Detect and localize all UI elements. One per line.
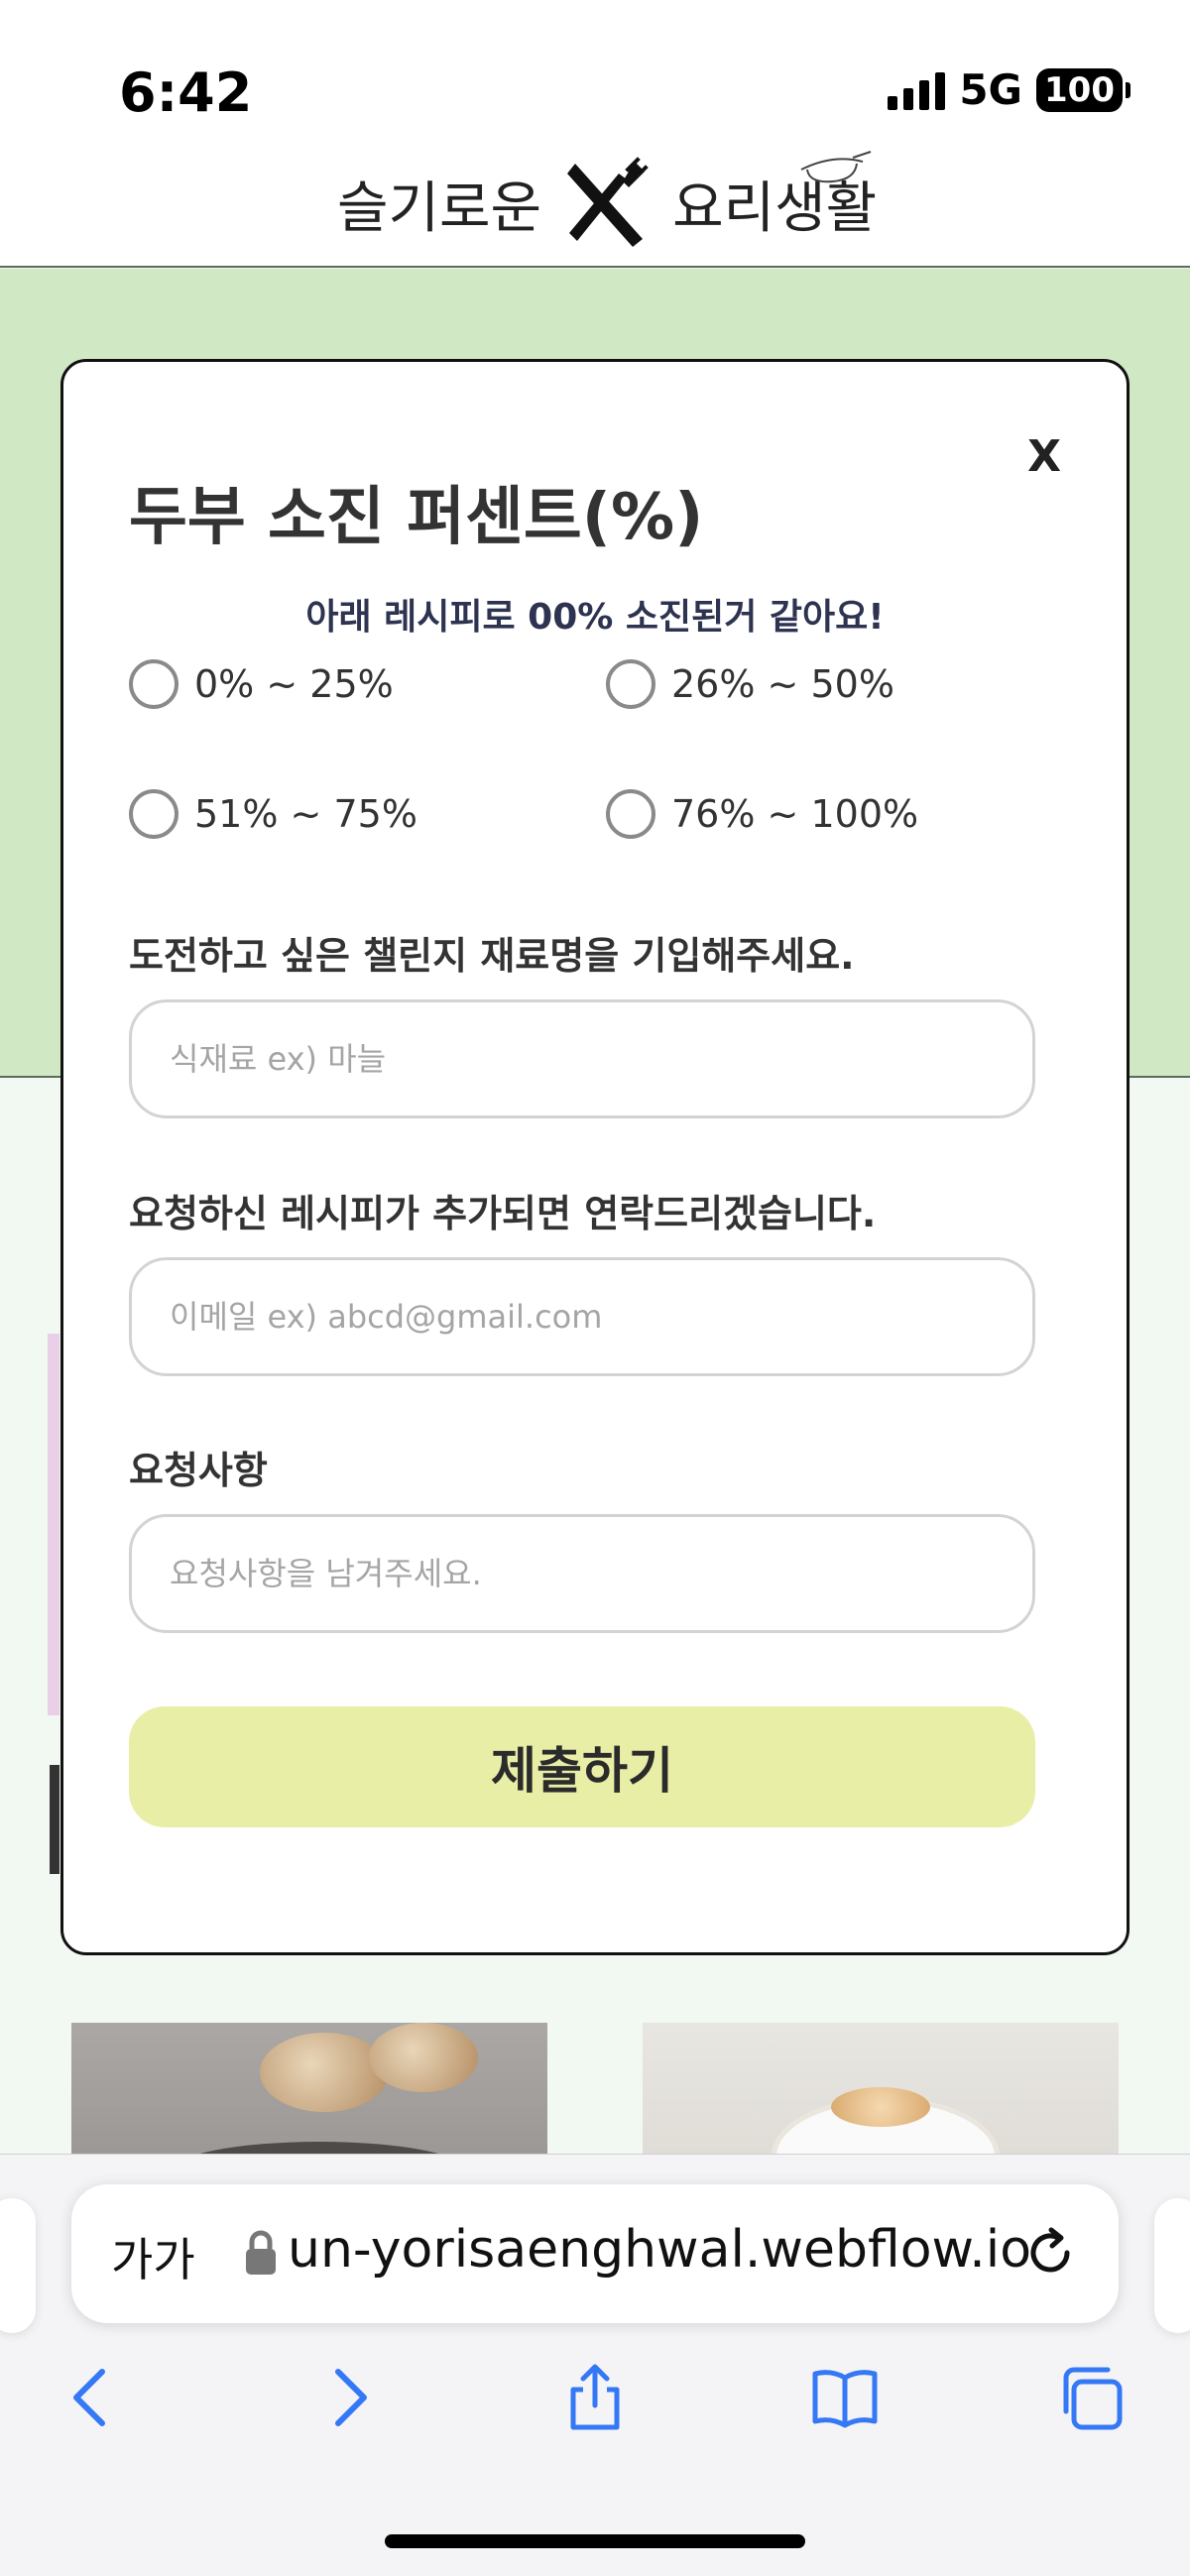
radio-option-26-50[interactable]: 26% ~ 50% (606, 659, 894, 709)
radio-option-0-25[interactable]: 0% ~ 25% (129, 659, 394, 709)
previous-tab-edge[interactable] (0, 2198, 36, 2333)
network-type: 5G (959, 65, 1023, 114)
background-text-fragment (50, 1765, 60, 1874)
submit-button[interactable]: 제출하기 (129, 1706, 1035, 1827)
tabs-button[interactable] (1047, 2353, 1136, 2442)
email-label: 요청하신 레시피가 추가되면 연락드리겠습니다. (129, 1192, 877, 1235)
battery-level: 100 (1036, 67, 1123, 112)
site-header: 슬기로운 요리생활 (0, 144, 1190, 268)
background-card-edge (48, 1334, 60, 1715)
radio-option-51-75[interactable]: 51% ~ 75% (129, 789, 417, 839)
radio-button[interactable] (606, 789, 655, 839)
radio-label: 0% ~ 25% (194, 662, 394, 706)
home-indicator[interactable] (385, 2534, 805, 2548)
knife-fork-icon (567, 157, 649, 247)
browser-toolbar (0, 2353, 1190, 2442)
tabs-icon (1063, 2367, 1123, 2430)
ingredient-input[interactable] (129, 999, 1035, 1118)
browser-bottom-bar: 가가 un-yorisaenghwal.webflow.io (0, 2154, 1190, 2576)
logo-text-left: 슬기로운 (337, 176, 542, 241)
radio-label: 76% ~ 100% (671, 792, 919, 836)
reload-icon[interactable] (1021, 2224, 1079, 2282)
back-icon (73, 2369, 105, 2426)
radio-button[interactable] (129, 789, 178, 839)
radio-button[interactable] (606, 659, 655, 709)
bookmarks-button[interactable] (800, 2353, 890, 2442)
forward-icon (335, 2369, 367, 2426)
radio-option-76-100[interactable]: 76% ~ 100% (606, 789, 918, 839)
next-tab-edge[interactable] (1154, 2198, 1190, 2333)
status-time: 6:42 (119, 61, 253, 124)
back-button[interactable] (48, 2353, 137, 2442)
request-label: 요청사항 (129, 1449, 268, 1492)
radio-label: 26% ~ 50% (671, 662, 894, 706)
share-button[interactable] (550, 2353, 640, 2442)
url-text[interactable]: un-yorisaenghwal.webflow.io (288, 2220, 1061, 2280)
cellular-signal-icon (888, 70, 946, 110)
forward-button[interactable] (303, 2353, 393, 2442)
ingredient-label: 도전하고 싶은 챌린지 재료명을 기입해주세요. (129, 934, 855, 978)
request-modal: X 두부 소진 퍼센트(%) 아래 레시피로 00% 소진된거 같아요! 0% … (60, 359, 1130, 1955)
radio-button[interactable] (129, 659, 178, 709)
lock-icon (246, 2230, 276, 2275)
radio-label: 51% ~ 75% (194, 792, 417, 836)
request-input[interactable] (129, 1514, 1035, 1633)
status-bar: 6:42 5G 100 (0, 0, 1190, 144)
email-input[interactable] (129, 1257, 1035, 1376)
battery-icon: 100 (1036, 67, 1130, 112)
status-indicators: 5G 100 (888, 65, 1130, 114)
page-settings-button[interactable]: 가가 (111, 2224, 195, 2289)
address-bar[interactable]: 가가 un-yorisaenghwal.webflow.io (71, 2184, 1119, 2323)
modal-subtitle: 아래 레시피로 00% 소진된거 같아요! (305, 597, 885, 638)
share-icon (570, 2364, 620, 2430)
close-button[interactable]: X (1027, 431, 1061, 482)
bookmarks-icon (812, 2370, 878, 2428)
pot-doodle-icon (800, 151, 872, 183)
modal-title: 두부 소진 퍼센트(%) (129, 481, 704, 554)
